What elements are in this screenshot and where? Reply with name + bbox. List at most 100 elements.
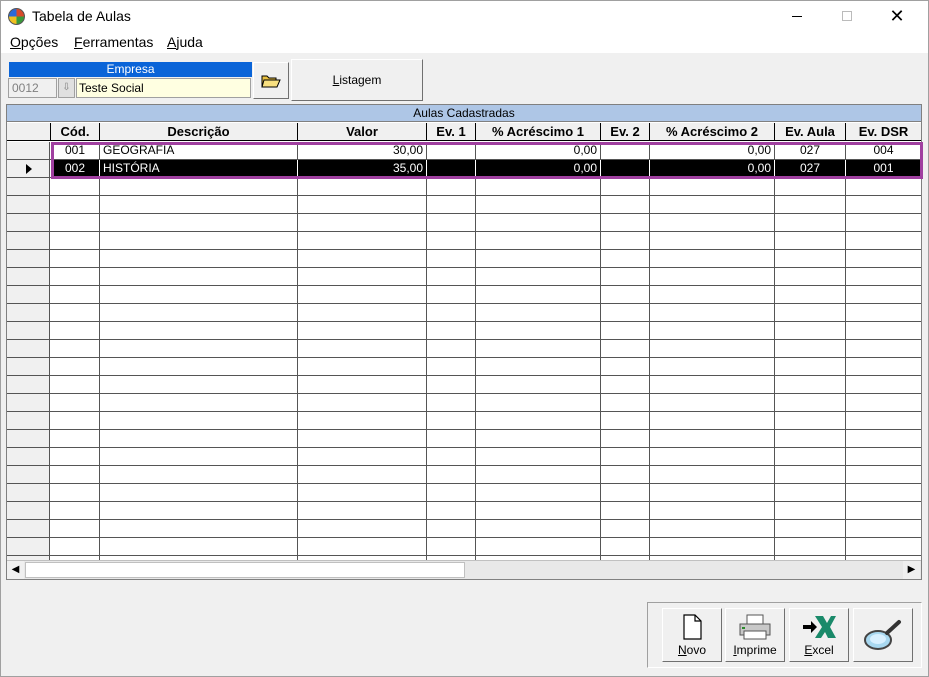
open-folder-button[interactable] (253, 62, 289, 99)
empty-row[interactable] (7, 448, 921, 466)
empty-cell (650, 430, 775, 447)
empty-cell (476, 250, 601, 267)
table-row[interactable]: 001 GEOGRAFIA 30,00 0,00 0,00 027 004 (7, 142, 921, 160)
empty-row[interactable] (7, 304, 921, 322)
listagem-mnemonic: L (332, 73, 340, 87)
row-indicator (7, 520, 50, 537)
grid-header: Cód. Descrição Valor Ev. 1 % Acréscimo 1… (7, 123, 921, 141)
search-button[interactable] (853, 608, 913, 662)
aulas-grid[interactable]: Aulas Cadastradas Cód. Descrição Valor E… (6, 104, 923, 580)
header-ev2[interactable]: Ev. 2 (601, 123, 650, 141)
empty-row[interactable] (7, 214, 921, 232)
empty-cell (476, 394, 601, 411)
empty-row[interactable] (7, 250, 921, 268)
empty-row[interactable] (7, 466, 921, 484)
empty-cell (298, 214, 427, 231)
header-ev-aula[interactable]: Ev. Aula (775, 123, 846, 141)
empty-cell (427, 484, 476, 501)
empty-cell (775, 214, 846, 231)
cell-ev1 (427, 160, 476, 177)
empty-cell (601, 412, 650, 429)
menu-ferramentas[interactable]: Ferramentas (74, 34, 153, 50)
empty-cell (298, 232, 427, 249)
empty-row[interactable] (7, 394, 921, 412)
empty-cell (650, 412, 775, 429)
window-title: Tabela de Aulas (32, 8, 131, 24)
menu-ajuda[interactable]: Ajuda (167, 34, 203, 50)
empty-cell (298, 286, 427, 303)
table-row[interactable]: 002 HISTÓRIA 35,00 0,00 0,00 027 001 (7, 160, 921, 178)
imprime-button[interactable]: Imprime (725, 608, 785, 662)
empty-row[interactable] (7, 430, 921, 448)
empty-row[interactable] (7, 412, 921, 430)
empty-cell (51, 340, 100, 357)
empty-row[interactable] (7, 484, 921, 502)
scroll-left-button[interactable]: ◀ (7, 561, 24, 579)
scroll-right-button[interactable]: ▶ (903, 561, 920, 579)
empty-row[interactable] (7, 286, 921, 304)
empresa-name-field[interactable]: Teste Social (76, 78, 251, 98)
maximize-button[interactable] (824, 1, 870, 31)
empty-cell (298, 322, 427, 339)
empty-row[interactable] (7, 196, 921, 214)
header-acrescimo2[interactable]: % Acréscimo 2 (650, 123, 775, 141)
header-ev1[interactable]: Ev. 1 (427, 123, 476, 141)
row-indicator (7, 304, 50, 321)
empty-cell (846, 358, 921, 375)
empty-cell (775, 268, 846, 285)
header-descricao[interactable]: Descrição (100, 123, 298, 141)
empty-cell (51, 214, 100, 231)
empty-cell (476, 214, 601, 231)
scroll-thumb[interactable] (25, 562, 465, 578)
empty-row[interactable] (7, 502, 921, 520)
empty-row[interactable] (7, 322, 921, 340)
empty-row[interactable] (7, 358, 921, 376)
close-icon: ✕ (889, 5, 905, 26)
empty-cell (427, 448, 476, 465)
empresa-label: Empresa (9, 62, 252, 77)
empty-cell (427, 412, 476, 429)
minimize-button[interactable] (774, 1, 820, 31)
empty-cell (846, 484, 921, 501)
empty-cell (601, 250, 650, 267)
empty-cell (650, 484, 775, 501)
empty-row[interactable] (7, 268, 921, 286)
close-button[interactable]: ✕ (874, 1, 920, 31)
row-indicator (7, 322, 50, 339)
empty-row[interactable] (7, 538, 921, 556)
empty-row[interactable] (7, 376, 921, 394)
empty-cell (100, 286, 298, 303)
horizontal-scrollbar[interactable]: ◀ ▶ (7, 560, 921, 579)
novo-button[interactable]: Novo (662, 608, 722, 662)
app-icon (8, 8, 25, 25)
header-ev-dsr[interactable]: Ev. DSR (846, 123, 921, 141)
main-window: Tabela de Aulas ✕ Opções Ferramentas Aju… (0, 0, 929, 677)
excel-button[interactable]: Excel (789, 608, 849, 662)
cell-acrescimo1: 0,00 (476, 160, 601, 177)
menu-bar: Opções Ferramentas Ajuda (1, 31, 928, 53)
empresa-lookup-button[interactable]: ⇩ (58, 78, 75, 98)
empresa-code-field[interactable]: 0012 (8, 78, 57, 98)
empty-cell (100, 466, 298, 483)
header-valor[interactable]: Valor (298, 123, 427, 141)
maximize-icon (842, 11, 852, 21)
empty-cell (846, 322, 921, 339)
header-acrescimo1[interactable]: % Acréscimo 1 (476, 123, 601, 141)
empty-cell (601, 178, 650, 195)
cell-cod: 001 (51, 142, 100, 159)
menu-opcoes[interactable]: Opções (10, 34, 58, 50)
cell-acrescimo2: 0,00 (650, 142, 775, 159)
empty-cell (298, 502, 427, 519)
empty-row[interactable] (7, 232, 921, 250)
empty-row[interactable] (7, 340, 921, 358)
empty-cell (846, 466, 921, 483)
empty-cell (427, 430, 476, 447)
empty-cell (601, 214, 650, 231)
empty-cell (100, 484, 298, 501)
arrow-down-icon: ⇩ (62, 82, 71, 93)
empty-cell (601, 520, 650, 537)
header-cod[interactable]: Cód. (51, 123, 100, 141)
empty-row[interactable] (7, 520, 921, 538)
listagem-button[interactable]: Listagem (291, 59, 423, 101)
empty-row[interactable] (7, 178, 921, 196)
